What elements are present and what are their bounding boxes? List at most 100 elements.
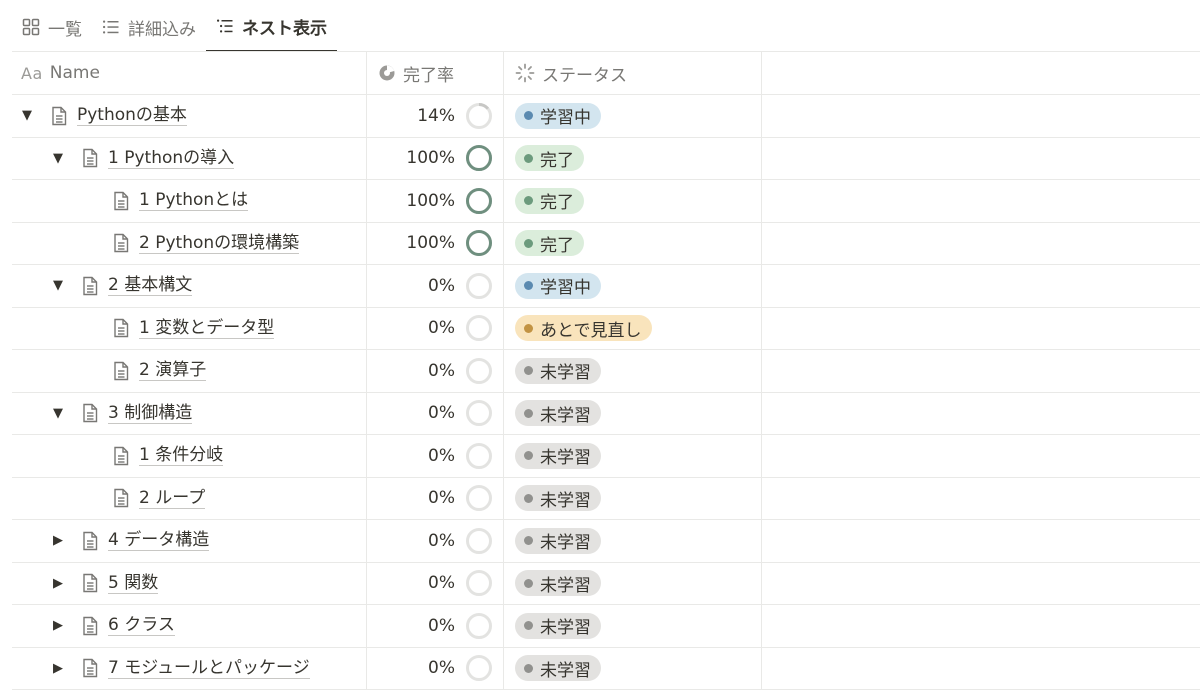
page-title[interactable]: 1 Pythonとは (139, 190, 248, 211)
toggle-expanded-icon[interactable]: ▼ (49, 277, 67, 295)
table-row[interactable]: ▼2 Pythonの環境構築100%完了 (12, 223, 1200, 266)
status-cell[interactable]: 完了 (503, 180, 761, 222)
progress-cell: 0% (366, 265, 503, 307)
name-cell[interactable]: ▼1 Pythonとは (12, 180, 366, 222)
toggle-collapsed-icon[interactable]: ▶ (49, 574, 67, 592)
toggle-collapsed-icon[interactable]: ▶ (49, 532, 67, 550)
page-title[interactable]: 6 クラス (108, 615, 175, 636)
column-title: ステータス (542, 61, 627, 86)
status-badge[interactable]: あとで見直し (515, 315, 652, 341)
table-row[interactable]: ▼1 Pythonとは100%完了 (12, 180, 1200, 223)
table-row[interactable]: ▶7 モジュールとパッケージ0%未学習 (12, 648, 1200, 690)
name-cell[interactable]: ▼2 ループ (12, 478, 366, 520)
name-cell[interactable]: ▼2 Pythonの環境構築 (12, 223, 366, 265)
status-badge[interactable]: 未学習 (515, 528, 601, 554)
toggle-expanded-icon[interactable]: ▼ (49, 404, 67, 422)
page-title[interactable]: 1 Pythonの導入 (108, 148, 234, 169)
tab-label: 一覧 (48, 15, 82, 40)
table-row[interactable]: ▶6 クラス0%未学習 (12, 605, 1200, 648)
view-tabs: 一覧 詳細込み ネスト表示 (12, 0, 337, 52)
column-header-name[interactable]: Aa Name (12, 52, 366, 94)
status-badge[interactable]: 未学習 (515, 358, 601, 384)
status-badge[interactable]: 学習中 (515, 103, 601, 129)
toggle-expanded-icon[interactable]: ▼ (49, 149, 67, 167)
status-cell[interactable]: 完了 (503, 223, 761, 265)
status-badge[interactable]: 未学習 (515, 655, 601, 681)
progress-ring-icon (465, 187, 493, 215)
page-title[interactable]: 2 Pythonの環境構築 (139, 233, 299, 254)
name-cell[interactable]: ▶ 5 関数 (12, 563, 366, 605)
page-title[interactable]: Pythonの基本 (77, 105, 187, 126)
name-cell[interactable]: ▼1 条件分岐 (12, 435, 366, 477)
tab-list[interactable]: 一覧 (12, 2, 92, 52)
status-cell[interactable]: 未学習 (503, 393, 761, 435)
page-icon (110, 360, 132, 382)
status-badge[interactable]: 未学習 (515, 613, 601, 639)
name-cell[interactable]: ▼2 演算子 (12, 350, 366, 392)
table-row[interactable]: ▶5 関数0%未学習 (12, 563, 1200, 606)
table-row[interactable]: ▼3 制御構造0%未学習 (12, 393, 1200, 436)
status-dot-icon (524, 409, 533, 418)
page-title[interactable]: 1 変数とデータ型 (139, 318, 274, 339)
status-label: 未学習 (540, 358, 591, 383)
status-label: あとで見直し (540, 316, 642, 341)
status-cell[interactable]: 完了 (503, 138, 761, 180)
status-cell[interactable]: 未学習 (503, 520, 761, 562)
progress-ring-icon (465, 272, 493, 300)
name-cell[interactable]: ▼ Pythonの基本 (12, 95, 366, 137)
page-title[interactable]: 7 モジュールとパッケージ (108, 658, 310, 679)
column-header-progress[interactable]: 完了率 (366, 52, 503, 94)
column-header-status[interactable]: ステータス (503, 52, 761, 94)
name-cell[interactable]: ▶ 4 データ構造 (12, 520, 366, 562)
status-cell[interactable]: 未学習 (503, 563, 761, 605)
status-badge[interactable]: 学習中 (515, 273, 601, 299)
status-cell[interactable]: 未学習 (503, 435, 761, 477)
page-title[interactable]: 4 データ構造 (108, 530, 209, 551)
status-badge[interactable]: 完了 (515, 230, 584, 256)
status-cell[interactable]: あとで見直し (503, 308, 761, 350)
toggle-expanded-icon[interactable]: ▼ (18, 107, 36, 125)
name-cell[interactable]: ▼1 変数とデータ型 (12, 308, 366, 350)
page-title[interactable]: 1 条件分岐 (139, 445, 223, 466)
status-cell[interactable]: 学習中 (503, 95, 761, 137)
name-cell[interactable]: ▶ 7 モジュールとパッケージ (12, 648, 366, 690)
status-badge[interactable]: 完了 (515, 188, 584, 214)
status-cell[interactable]: 未学習 (503, 605, 761, 647)
status-cell[interactable]: 学習中 (503, 265, 761, 307)
status-cell[interactable]: 未学習 (503, 648, 761, 690)
page-icon (79, 657, 101, 679)
status-badge[interactable]: 完了 (515, 145, 584, 171)
status-badge[interactable]: 未学習 (515, 485, 601, 511)
tab-nested[interactable]: ネスト表示 (206, 2, 337, 52)
table-row[interactable]: ▼1 Pythonの導入100%完了 (12, 138, 1200, 181)
tab-detailed[interactable]: 詳細込み (92, 2, 206, 52)
page-title[interactable]: 2 演算子 (139, 360, 206, 381)
name-cell[interactable]: ▼ 1 Pythonの導入 (12, 138, 366, 180)
progress-ring-icon (465, 484, 493, 512)
page-title[interactable]: 5 関数 (108, 573, 158, 594)
page-title[interactable]: 2 基本構文 (108, 275, 192, 296)
table-row[interactable]: ▼2 演算子0%未学習 (12, 350, 1200, 393)
toggle-collapsed-icon[interactable]: ▶ (49, 617, 67, 635)
table-row[interactable]: ▼ 2 基本構文 0% 学習中 (12, 265, 1200, 308)
status-badge[interactable]: 未学習 (515, 570, 601, 596)
status-badge[interactable]: 未学習 (515, 443, 601, 469)
name-cell[interactable]: ▼ 3 制御構造 (12, 393, 366, 435)
empty-cell (761, 138, 1200, 180)
page-icon (79, 275, 101, 297)
name-cell[interactable]: ▶ 6 クラス (12, 605, 366, 647)
status-cell[interactable]: 未学習 (503, 350, 761, 392)
name-cell[interactable]: ▼ 2 基本構文 (12, 265, 366, 307)
table-row[interactable]: ▼Pythonの基本14%学習中 (12, 95, 1200, 138)
table-row[interactable]: ▼2 ループ0%未学習 (12, 478, 1200, 521)
toggle-collapsed-icon[interactable]: ▶ (49, 659, 67, 677)
table-row[interactable]: ▼1 変数とデータ型0%あとで見直し (12, 308, 1200, 351)
status-badge[interactable]: 未学習 (515, 400, 601, 426)
page-title[interactable]: 3 制御構造 (108, 403, 192, 424)
table-row[interactable]: ▼1 条件分岐0%未学習 (12, 435, 1200, 478)
status-label: 未学習 (540, 656, 591, 681)
status-cell[interactable]: 未学習 (503, 478, 761, 520)
table-row[interactable]: ▶4 データ構造0%未学習 (12, 520, 1200, 563)
status-dot-icon (524, 536, 533, 545)
page-title[interactable]: 2 ループ (139, 488, 205, 509)
